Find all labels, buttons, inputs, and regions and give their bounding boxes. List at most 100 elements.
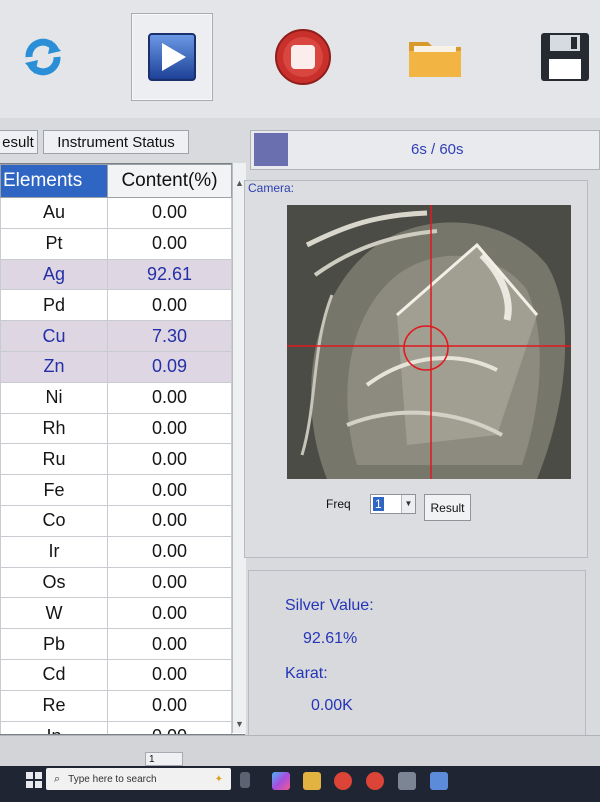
table-row[interactable]: Cu 7.30	[0, 320, 232, 352]
table-row[interactable]: Pt 0.00	[0, 227, 232, 260]
element-symbol: W	[0, 597, 108, 630]
element-content: 0.00	[107, 289, 232, 322]
scroll-down-icon[interactable]: ▼	[234, 718, 245, 730]
element-content: 0.00	[107, 720, 232, 734]
element-content: 0.00	[107, 566, 232, 599]
table-row[interactable]: Pd 0.00	[0, 289, 232, 322]
element-symbol: Zn	[0, 350, 108, 383]
element-content: 0.09	[107, 350, 232, 383]
table-row[interactable]: Zn 0.09	[0, 350, 232, 383]
element-content: 0.00	[107, 689, 232, 722]
calculator-icon[interactable]	[398, 772, 416, 790]
stop-icon	[275, 29, 331, 85]
tab-result[interactable]: esult	[0, 130, 38, 154]
folder-icon	[409, 42, 461, 77]
element-content: 0.00	[107, 197, 232, 229]
table-row[interactable]: Pb 0.00	[0, 628, 232, 660]
karat-label: Karat:	[285, 665, 328, 682]
table-row[interactable]: Ru 0.00	[0, 443, 232, 476]
element-symbol: Au	[0, 197, 108, 229]
search-placeholder: Type here to search	[68, 773, 157, 785]
element-content: 0.00	[107, 227, 232, 260]
play-icon	[148, 33, 196, 81]
element-content: 0.00	[107, 535, 232, 568]
element-content: 0.00	[107, 443, 232, 476]
element-content: 0.00	[107, 381, 232, 414]
element-content: 0.00	[107, 658, 232, 691]
element-content: 7.30	[107, 320, 232, 352]
karat-value: 0.00K	[311, 697, 353, 714]
element-symbol: Ag	[0, 258, 108, 291]
element-symbol: Fe	[0, 474, 108, 506]
progress-fill	[254, 133, 288, 166]
table-row[interactable]: Re 0.00	[0, 689, 232, 722]
element-symbol: Ir	[0, 535, 108, 568]
chevron-down-icon[interactable]: ▼	[401, 495, 415, 513]
save-button[interactable]	[530, 22, 600, 92]
open-button[interactable]	[400, 22, 470, 92]
refresh-icon	[25, 38, 61, 76]
table-row[interactable]: In0.00	[0, 720, 232, 734]
search-icon: ⌕	[54, 772, 61, 785]
element-symbol: Pd	[0, 289, 108, 322]
table-row[interactable]: Rh 0.00	[0, 412, 232, 445]
table-row[interactable]: Au 0.00	[0, 197, 232, 229]
element-symbol: In	[0, 720, 108, 734]
element-symbol: Cu	[0, 320, 108, 352]
element-symbol: Ru	[0, 443, 108, 476]
element-content: 0.00	[107, 504, 232, 537]
floppy-disk-icon	[541, 33, 589, 81]
table-row[interactable]: W 0.00	[0, 597, 232, 630]
table-row[interactable]: Ni 0.00	[0, 381, 232, 414]
column-header-elements[interactable]: Elements	[0, 164, 108, 198]
refresh-button[interactable]	[12, 22, 74, 92]
tab-instrument-status[interactable]: Instrument Status	[43, 130, 189, 154]
table-row[interactable]: Cd 0.00	[0, 658, 232, 691]
elements-table: Elements Content(%) Au 0.00 Pt 0.00 Ag 92.61 P…	[0, 163, 245, 735]
bottom-tab-strip	[0, 735, 600, 766]
toolbar	[0, 0, 600, 118]
element-symbol: Pb	[0, 628, 108, 660]
camera-label: Camera:	[248, 181, 295, 195]
result-button[interactable]: Result	[424, 494, 471, 521]
results-panel: Silver Value: 92.61% Karat: 0.00K	[248, 570, 586, 744]
element-content: 0.00	[107, 628, 232, 660]
silver-value-label: Silver Value:	[285, 597, 374, 614]
chrome-icon-2[interactable]	[366, 772, 384, 790]
freq-select[interactable]: 1 ▼	[370, 494, 416, 514]
copilot-icon[interactable]	[272, 772, 290, 790]
table-row[interactable]: Co 0.00	[0, 504, 232, 537]
app-icon[interactable]	[430, 772, 448, 790]
element-content: 0.00	[107, 597, 232, 630]
element-symbol: Cd	[0, 658, 108, 691]
element-symbol: Ni	[0, 381, 108, 414]
file-explorer-icon[interactable]	[303, 772, 321, 790]
windows-start-icon[interactable]	[26, 772, 42, 793]
silver-value: 92.61%	[303, 630, 358, 647]
table-row[interactable]: Os 0.00	[0, 566, 232, 599]
element-content: 0.00	[107, 474, 232, 506]
element-symbol: Co	[0, 504, 108, 537]
camera-view	[287, 205, 571, 479]
sparkle-icon: ✦	[214, 773, 223, 785]
element-symbol: Pt	[0, 227, 108, 260]
chrome-icon[interactable]	[334, 772, 352, 790]
table-row[interactable]: Ir 0.00	[0, 535, 232, 568]
element-content: 92.61	[107, 258, 232, 291]
task-view-icon[interactable]	[240, 772, 250, 788]
column-header-content[interactable]: Content(%)	[107, 164, 232, 198]
table-row[interactable]: Ag 92.61	[0, 258, 232, 291]
stop-button[interactable]	[270, 22, 336, 92]
play-button[interactable]	[131, 13, 213, 101]
taskbar-search-box[interactable]: ⌕ Type here to search ✦	[46, 768, 231, 790]
freq-value: 1	[373, 497, 384, 511]
page-tab-1[interactable]: 1	[145, 752, 183, 766]
progress-text: 6s / 60s	[411, 141, 464, 158]
element-content: 0.00	[107, 412, 232, 445]
element-symbol: Os	[0, 566, 108, 599]
table-row[interactable]: Fe 0.00	[0, 474, 232, 506]
freq-label: Freq	[326, 497, 351, 511]
element-symbol: Rh	[0, 412, 108, 445]
camera-image	[287, 205, 571, 479]
element-symbol: Re	[0, 689, 108, 722]
